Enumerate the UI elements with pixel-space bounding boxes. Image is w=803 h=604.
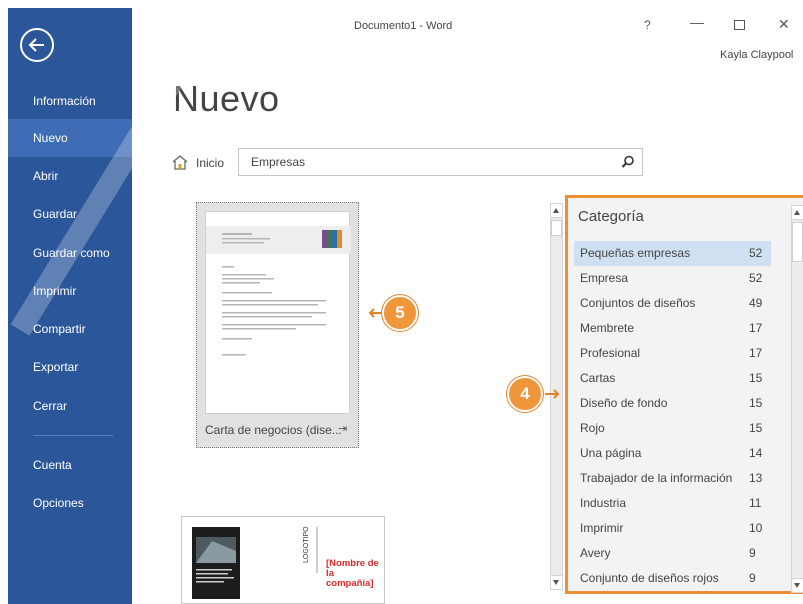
scroll-up-arrow-icon[interactable] bbox=[792, 206, 803, 220]
category-count: 14 bbox=[749, 446, 763, 460]
sidebar-item-cuenta[interactable]: Cuenta bbox=[8, 446, 132, 484]
sidebar-item-opciones[interactable]: Opciones bbox=[8, 484, 132, 522]
sidebar-item-informacion[interactable]: Información bbox=[8, 82, 132, 120]
sidebar-item-imprimir[interactable]: Imprimir bbox=[8, 272, 132, 310]
search-input-value: Empresas bbox=[251, 155, 306, 169]
category-item[interactable]: Rojo 15 bbox=[574, 416, 771, 441]
category-count: 9 bbox=[749, 546, 756, 560]
maximize-button[interactable] bbox=[734, 20, 745, 30]
logo-text: LOGOTIPO bbox=[303, 526, 310, 563]
category-item[interactable]: Trabajador de la información 13 bbox=[574, 466, 771, 491]
back-arrow-icon bbox=[28, 38, 44, 52]
category-item[interactable]: Diseño de fondo 15 bbox=[574, 391, 771, 416]
pin-icon[interactable]: ⇥ bbox=[338, 422, 347, 435]
category-count: 15 bbox=[749, 421, 763, 435]
category-item[interactable]: Empresa 52 bbox=[574, 266, 771, 291]
category-panel: Categoría Pequeñas empresas 52 Empresa 52 … bbox=[565, 195, 803, 594]
scroll-down-arrow-icon[interactable] bbox=[792, 578, 803, 592]
scroll-down-arrow-icon[interactable] bbox=[551, 575, 562, 589]
category-count: 52 bbox=[749, 246, 763, 260]
callout-badge-4: 4 bbox=[507, 376, 543, 412]
category-item[interactable]: Membrete 17 bbox=[574, 316, 771, 341]
category-name: Empresa bbox=[580, 271, 629, 285]
category-item[interactable]: Cartas 15 bbox=[574, 366, 771, 391]
category-name: Membrete bbox=[580, 321, 635, 335]
scroll-up-arrow-icon[interactable] bbox=[551, 204, 562, 218]
page-title: Nuevo bbox=[173, 78, 280, 119]
category-item[interactable]: Una página 14 bbox=[574, 441, 771, 466]
callout-badge-5: 5 bbox=[382, 295, 418, 331]
category-count: 13 bbox=[749, 471, 763, 485]
sidebar-divider bbox=[33, 435, 113, 436]
category-name: Conjuntos de diseños bbox=[580, 296, 696, 310]
category-count: 17 bbox=[749, 346, 763, 360]
window-edge bbox=[0, 0, 8, 604]
category-name: Una página bbox=[580, 446, 642, 460]
search-input[interactable]: Empresas bbox=[238, 148, 643, 176]
category-name: Profesional bbox=[580, 346, 641, 360]
category-item[interactable]: Industria 11 bbox=[574, 491, 771, 516]
category-item[interactable]: Avery 9 bbox=[574, 541, 771, 566]
category-count: 11 bbox=[749, 496, 762, 510]
category-count: 15 bbox=[749, 371, 763, 385]
category-item[interactable]: Profesional 17 bbox=[574, 341, 771, 366]
window-title: Documento1 - Word bbox=[354, 20, 453, 32]
category-list: Pequeñas empresas 52 Empresa 52 Conjuntos … bbox=[574, 241, 771, 591]
close-button[interactable]: ✕ bbox=[778, 16, 790, 33]
sidebar-item-guardar[interactable]: Guardar bbox=[8, 195, 132, 233]
category-title: Categoría bbox=[578, 208, 644, 225]
category-name: Imprimir bbox=[580, 521, 624, 535]
home-link[interactable]: Inicio bbox=[196, 156, 224, 170]
sidebar-item-compartir[interactable]: Compartir bbox=[8, 310, 132, 348]
category-count: 49 bbox=[749, 296, 763, 310]
category-name: Diseño de fondo bbox=[580, 396, 668, 410]
category-name: Cartas bbox=[580, 371, 616, 385]
category-name: Conjunto de diseños rojos bbox=[580, 571, 719, 585]
category-item[interactable]: Conjunto de diseños rojos 9 bbox=[574, 566, 771, 591]
category-item[interactable]: Conjuntos de diseños 49 bbox=[574, 291, 771, 316]
category-name: Avery bbox=[580, 546, 611, 560]
category-name: Pequeñas empresas bbox=[580, 246, 691, 260]
backstage-sidebar: Información Nuevo Abrir Guardar Guardar … bbox=[8, 8, 132, 604]
callout-4-pointer-icon bbox=[545, 389, 560, 399]
category-name: Trabajador de la información bbox=[580, 471, 733, 485]
help-button[interactable]: ? bbox=[644, 18, 651, 32]
sidebar-item-nuevo[interactable]: Nuevo bbox=[8, 119, 132, 157]
template-card-business-letter[interactable]: Carta de negocios (dise... ⇥ bbox=[196, 202, 359, 448]
sidebar-item-abrir[interactable]: Abrir bbox=[8, 157, 132, 195]
scroll-thumb[interactable] bbox=[551, 220, 562, 236]
category-count: 15 bbox=[749, 396, 763, 410]
sidebar-item-guardar-como[interactable]: Guardar como bbox=[8, 234, 132, 272]
callout-5-pointer-icon bbox=[368, 308, 382, 318]
category-name: Industria bbox=[580, 496, 627, 510]
scroll-thumb[interactable] bbox=[792, 222, 803, 262]
template-card-company-brochure[interactable]: LOGOTIPO [Nombre de la compañía] bbox=[181, 516, 385, 604]
category-item[interactable]: Pequeñas empresas 52 bbox=[574, 241, 771, 266]
back-button[interactable] bbox=[20, 28, 54, 62]
sidebar-item-exportar[interactable]: Exportar bbox=[8, 348, 132, 386]
letter-preview-graphic bbox=[206, 226, 351, 356]
company-name-placeholder: [Nombre de la compañía] bbox=[326, 558, 379, 589]
category-count: 9 bbox=[749, 571, 756, 585]
category-count: 17 bbox=[749, 321, 763, 335]
search-icon[interactable] bbox=[621, 155, 635, 169]
sidebar-item-cerrar[interactable]: Cerrar bbox=[8, 387, 132, 425]
category-item[interactable]: Imprimir 10 bbox=[574, 516, 771, 541]
category-count: 52 bbox=[749, 271, 763, 285]
template-label: Carta de negocios (dise... bbox=[205, 423, 342, 437]
category-count: 10 bbox=[749, 521, 763, 535]
template-thumbnail bbox=[205, 211, 351, 414]
minimize-button[interactable]: — bbox=[690, 14, 704, 30]
user-account-name[interactable]: Kayla Claypool bbox=[720, 49, 793, 61]
home-icon[interactable] bbox=[172, 155, 188, 170]
category-scrollbar[interactable] bbox=[791, 205, 803, 593]
category-name: Rojo bbox=[580, 421, 605, 435]
